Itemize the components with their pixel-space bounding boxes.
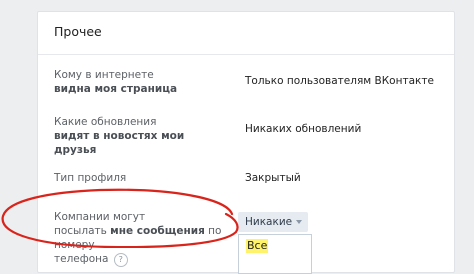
row-label-profile-type: Тип профиля [54,172,127,184]
row-label-line: телефона ? [54,252,224,267]
profile-type-value[interactable]: Закрытый [245,171,301,185]
dropdown-menu: Все [238,234,312,274]
row-label-bold: мне сообщения [110,225,205,237]
page-visibility-value[interactable]: Только пользователям ВКонтакте [245,74,434,88]
news-updates-value[interactable]: Никаких обновлений [245,122,361,136]
row-label-news-updates: Какие обновления видят в новостях мои др… [54,115,224,157]
row-label-line: Какие обновления [54,116,157,128]
row-label-line: Компании могут [54,211,146,223]
row-label-bold: видят в новостях мои друзья [54,130,185,156]
row-label-bold: видна моя страница [54,83,178,95]
row-label-page-visibility: Кому в интернете видна моя страница [54,68,224,96]
question-circle-icon[interactable]: ? [113,253,128,267]
company-messages-dropdown[interactable]: Никакие [238,212,308,232]
row-label-text: телефона [54,253,109,265]
caret-down-icon [296,220,302,224]
row-label-line: Кому в интернете [54,69,154,81]
dropdown-selected-value: Никакие [245,216,293,228]
row-label-prefix: посылать [54,225,111,237]
dropdown-option-all[interactable]: Все [246,239,269,253]
row-label-company-messages: Компании могут посылать мне сообщения по… [54,210,224,267]
settings-card: Прочее Кому в интернете видна моя страни… [37,11,455,274]
section-header: Прочее [38,12,454,55]
section-title: Прочее [54,24,102,39]
